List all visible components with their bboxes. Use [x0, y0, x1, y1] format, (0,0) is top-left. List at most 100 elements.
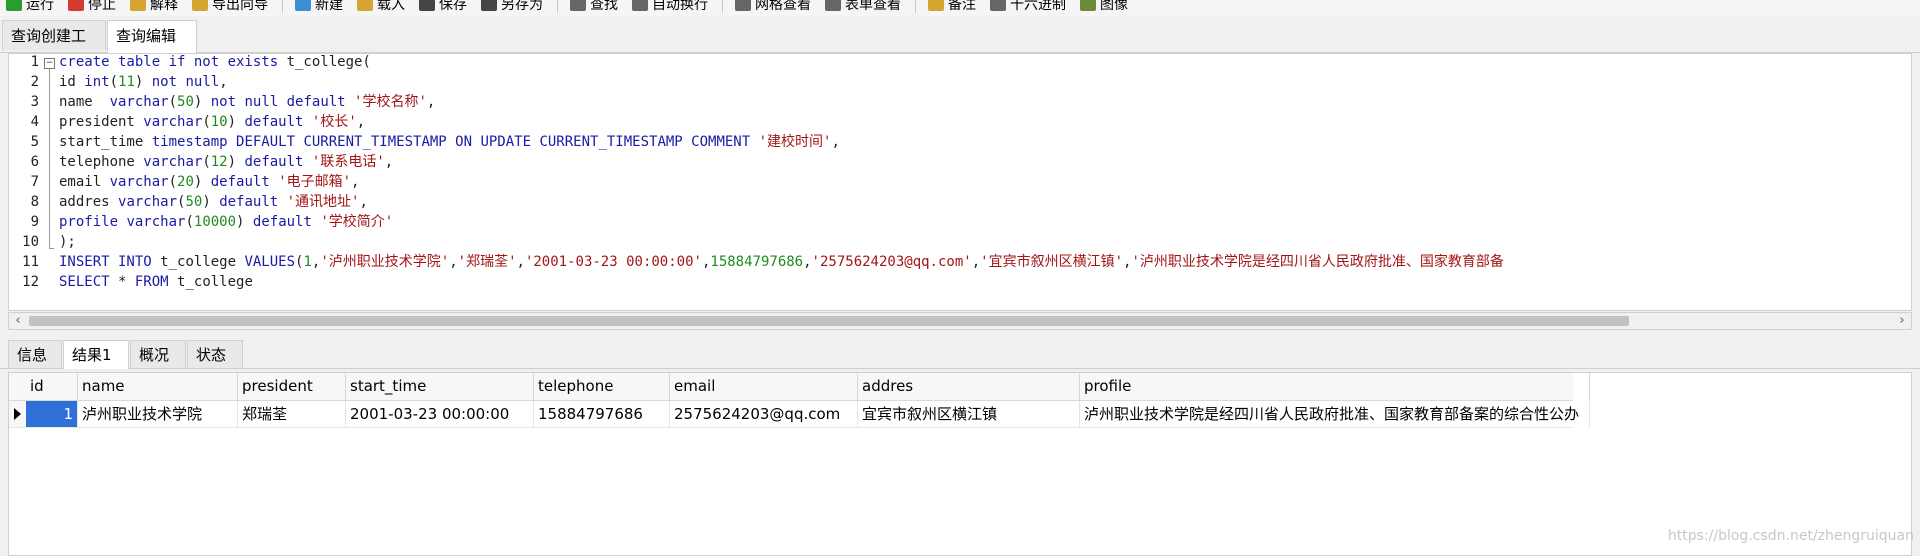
column-header-addres[interactable]: addres — [858, 373, 1080, 400]
code-token: FROM — [134, 274, 178, 290]
row-selector[interactable] — [9, 401, 27, 427]
line-number: 1 — [30, 54, 39, 70]
code-line: president varchar(10) default '校长', — [59, 112, 365, 132]
toolbar-separator — [282, 0, 283, 13]
table-row[interactable]: 1 泸州职业技术学院 郑瑞荃 2001-03-23 00:00:00 158847976… — [9, 401, 1590, 428]
new-button[interactable]: 新建 — [295, 0, 343, 14]
code-token: VALUES — [244, 254, 296, 270]
code-token: ) — [193, 94, 211, 110]
column-header-president[interactable]: president — [238, 373, 346, 400]
result-tab-bar: 信息 结果1 概况 状态 — [0, 336, 1920, 369]
toolbar-separator — [722, 0, 723, 13]
editor-horizontal-scrollbar[interactable]: ‹ › — [8, 312, 1912, 330]
column-header-profile[interactable]: profile — [1080, 373, 1590, 400]
cell-profile[interactable]: 泸州职业技术学院是经四川省人民政府批准、国家教育部备案的综合性公办 — [1080, 401, 1590, 427]
tab-query-builder[interactable]: 查询创建工具 — [2, 20, 106, 75]
code-token: ) — [236, 214, 253, 230]
toolbar: 运行 停止 解释 导出向导 新建 载入 保存 另存为 查找 自动换行 网格查看 表单查看 备注 十六进制 图… — [0, 0, 1920, 16]
toolbar-button-label: 导出向导 — [212, 0, 268, 13]
code-token: 12 — [210, 154, 228, 170]
tab-info[interactable]: 信息 — [8, 340, 62, 368]
code-token: profile — [59, 214, 127, 230]
code-token: timestamp — [151, 134, 237, 150]
code-token: DEFAULT CURRENT_TIMESTAMP ON UPDATE CURR… — [236, 134, 759, 150]
hex-button[interactable]: 十六进制 — [990, 0, 1066, 14]
export-button[interactable]: 导出向导 — [192, 0, 268, 14]
result-grid[interactable]: id name president start_time telephone email a… — [8, 372, 1912, 556]
code-line: telephone varchar(12) default '联系电话', — [59, 152, 393, 172]
scrollbar-thumb[interactable] — [29, 316, 1629, 326]
line-number: 11 — [22, 254, 39, 270]
toolbar-button-label: 自动换行 — [652, 0, 708, 13]
toolbar-separator — [915, 0, 916, 13]
toolbar-button-label: 保存 — [439, 0, 467, 13]
image-button[interactable]: 图像 — [1080, 0, 1128, 14]
find-button[interactable]: 查找 — [570, 0, 618, 14]
cell-president[interactable]: 郑瑞荃 — [238, 401, 346, 427]
save-button[interactable]: 保存 — [419, 0, 467, 14]
code-token: not null — [151, 74, 220, 90]
column-header-telephone[interactable]: telephone — [534, 373, 670, 400]
code-token: 50 — [177, 94, 194, 110]
save-as-button[interactable]: 另存为 — [481, 0, 543, 14]
sql-editor[interactable]: − 1 2 3 4 5 6 7 8 9 10 11 12 create table if not ex… — [8, 53, 1912, 311]
code-token: , — [359, 194, 368, 210]
toolbar-button-label: 查找 — [590, 0, 618, 13]
form-view-icon — [825, 0, 841, 11]
toolbar-buttons: 运行 停止 解释 导出向导 新建 载入 保存 另存为 查找 自动换行 网格查看 表单查看 备注 十六进制 图… — [6, 0, 1142, 14]
code-token: 15884797686 — [710, 254, 804, 270]
fold-toggle-icon[interactable]: − — [44, 58, 55, 69]
code-token: '联系电话' — [311, 154, 385, 170]
current-row-arrow-icon — [14, 408, 21, 420]
cell-addres[interactable]: 宜宾市叙州区横江镇 — [858, 401, 1080, 427]
code-token: '通讯地址' — [286, 194, 360, 210]
code-token: varchar — [118, 194, 178, 210]
code-token: president — [59, 114, 144, 130]
toolbar-button-label: 图像 — [1100, 0, 1128, 13]
cell-email[interactable]: 2575624203@qq.com — [670, 401, 858, 427]
tab-query-editor[interactable]: 查询编辑器 — [107, 20, 197, 75]
code-token: ( — [168, 94, 178, 110]
code-token: '郑瑞荃' — [457, 254, 517, 270]
code-token: , — [219, 74, 228, 90]
cell-name[interactable]: 泸州职业技术学院 — [78, 401, 238, 427]
watermark: https://blog.csdn.net/zhengruiquan — [1667, 528, 1914, 544]
code-token: ) — [193, 174, 211, 190]
line-number: 3 — [30, 94, 39, 110]
grid-view-icon — [735, 0, 751, 11]
column-header-name[interactable]: name — [78, 373, 238, 400]
load-button[interactable]: 载入 — [357, 0, 405, 14]
column-header-start_time[interactable]: start_time — [346, 373, 534, 400]
code-token: ) — [227, 114, 245, 130]
wrap-icon — [632, 0, 648, 11]
toolbar-separator — [557, 0, 558, 13]
line-number: 2 — [30, 74, 39, 90]
scroll-left-arrow-icon[interactable]: ‹ — [9, 313, 27, 329]
cell-start_time[interactable]: 2001-03-23 00:00:00 — [346, 401, 534, 427]
code-line: profile varchar(10000) default '学校简介' — [59, 212, 393, 232]
tab-result1[interactable]: 结果1 — [63, 340, 129, 369]
tab-profile[interactable]: 概况 — [130, 340, 186, 368]
column-header-id[interactable]: id — [26, 373, 78, 400]
grid-view-button[interactable]: 网格查看 — [735, 0, 811, 14]
tab-status[interactable]: 状态 — [187, 340, 243, 368]
code-token: 10 — [210, 114, 228, 130]
fold-guide — [49, 69, 50, 249]
cell-telephone[interactable]: 15884797686 — [534, 401, 670, 427]
editor-tab-bar: 查询创建工具 查询编辑器 — [0, 16, 1920, 75]
code-token: , — [449, 254, 458, 270]
explain-button[interactable]: 解释 — [130, 0, 178, 14]
code-token: '泸州职业技术学院是经四川省人民政府批准、国家教育部备 — [1131, 254, 1504, 270]
code-token: , — [426, 94, 436, 110]
cell-id[interactable]: 1 — [26, 401, 78, 427]
scroll-right-arrow-icon[interactable]: › — [1893, 313, 1911, 329]
memo-button[interactable]: 备注 — [928, 0, 976, 14]
column-header-email[interactable]: email — [670, 373, 858, 400]
stop-button[interactable]: 停止 — [68, 0, 116, 14]
code-token: ( — [185, 214, 194, 230]
wrap-button[interactable]: 自动换行 — [632, 0, 708, 14]
code-token: 1 — [303, 254, 312, 270]
run-button[interactable]: 运行 — [6, 0, 54, 14]
form-view-button[interactable]: 表单查看 — [825, 0, 901, 14]
code-line: ); — [59, 232, 76, 252]
